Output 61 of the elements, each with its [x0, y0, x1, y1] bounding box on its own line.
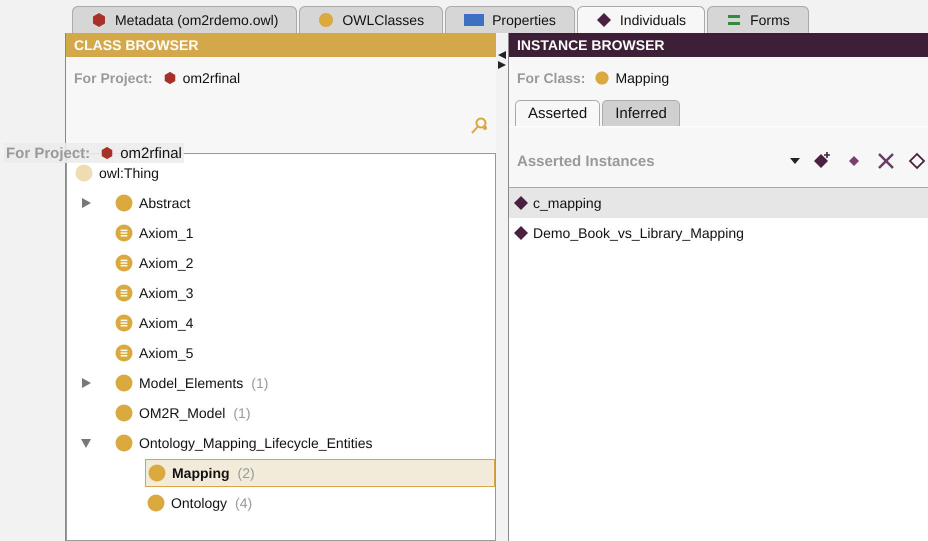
tab[interactable]: Inferred — [602, 100, 680, 126]
tree-item[interactable]: owl:Thing — [73, 160, 495, 186]
caret-icon[interactable] — [790, 158, 800, 164]
tree-item[interactable]: Axiom_2 — [113, 250, 495, 276]
tab[interactable]: Properties — [445, 6, 575, 33]
circle-icon — [147, 494, 165, 512]
tree-item[interactable]: Ontology_Mapping_Lifecycle_Entities — [113, 430, 495, 456]
diamond-icon — [513, 225, 529, 241]
tree-item[interactable]: Axiom_3 — [113, 280, 495, 306]
delete-icon[interactable] — [876, 151, 896, 171]
tree-item[interactable]: Mapping (2) — [145, 459, 495, 487]
panel-header: INSTANCE BROWSER — [509, 33, 928, 57]
tab[interactable]: Forms — [707, 6, 809, 33]
diamond-icon — [513, 195, 529, 211]
list-circle-icon — [115, 284, 133, 302]
expand-arrow-icon[interactable] — [81, 198, 91, 208]
tree-item[interactable]: Axiom_5 — [113, 340, 495, 366]
diamond-icon — [596, 12, 612, 28]
tab[interactable]: Individuals — [576, 6, 706, 33]
circle-icon — [595, 71, 610, 85]
circle-icon — [115, 194, 133, 212]
instance-item[interactable]: Demo_Book_vs_Library_Mapping — [509, 218, 928, 248]
tab[interactable]: Metadata (om2rdemo.owl) — [72, 6, 298, 33]
tab[interactable]: OWLClasses — [299, 6, 444, 33]
collapse-right-icon[interactable] — [498, 61, 506, 69]
circle-icon — [115, 404, 133, 422]
instance-item[interactable]: c_mapping — [509, 188, 928, 218]
tree-item[interactable]: Axiom_1 — [113, 220, 495, 246]
circle-icon — [148, 464, 166, 482]
collapse-arrow-icon[interactable] — [81, 438, 91, 448]
list-circle-icon — [115, 344, 133, 362]
project-name: om2rfinal — [120, 144, 182, 162]
project-label: For Project: — [74, 70, 153, 86]
tree-item[interactable]: Ontology (4) — [145, 490, 495, 516]
hexagon-icon — [162, 71, 177, 85]
list-title: Asserted Instances — [517, 152, 655, 170]
diamond-outline-icon[interactable] — [908, 151, 928, 171]
tree-item[interactable]: Abstract — [113, 190, 495, 216]
tree-item[interactable]: OM2R_Model (1) — [113, 400, 495, 426]
tree-item[interactable]: Axiom_4 — [113, 310, 495, 336]
project-name: om2rfinal — [182, 70, 240, 86]
hexagon-icon — [100, 146, 114, 160]
class-label: For Class: — [517, 70, 586, 86]
circle-icon — [75, 164, 93, 182]
collapse-left-icon[interactable] — [498, 51, 506, 59]
circle-icon — [318, 12, 334, 28]
circle-icon — [115, 374, 133, 392]
rectangle-icon — [464, 13, 484, 27]
add-diamond-icon[interactable] — [812, 151, 832, 171]
tab[interactable]: Asserted — [515, 100, 600, 126]
expand-arrow-icon[interactable] — [81, 378, 91, 388]
tree-item[interactable]: Model_Elements (1) — [113, 370, 495, 396]
list-circle-icon — [115, 314, 133, 332]
list-circle-icon — [115, 254, 133, 272]
class-name: Mapping — [615, 70, 670, 86]
project-label: For Project: — [6, 144, 90, 162]
circle-icon — [115, 434, 133, 452]
list-circle-icon — [115, 224, 133, 242]
hexagon-icon — [91, 12, 107, 28]
panel-header: CLASS BROWSER — [66, 33, 496, 57]
lines-icon — [726, 12, 742, 28]
